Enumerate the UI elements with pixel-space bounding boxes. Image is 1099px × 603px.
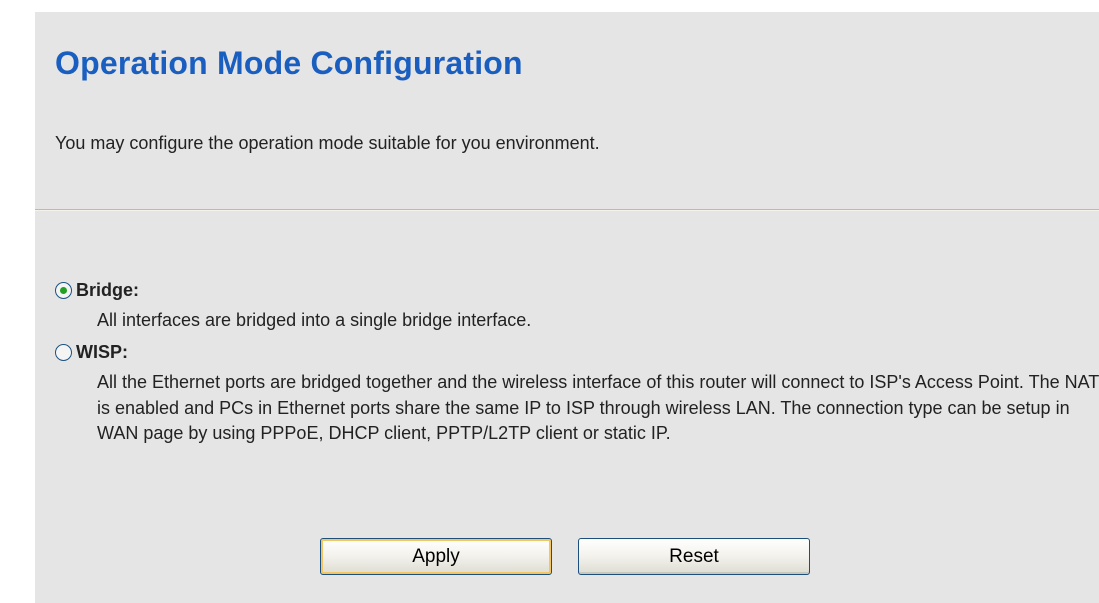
- bridge-radio[interactable]: [55, 281, 72, 299]
- bridge-description: All interfaces are bridged into a single…: [97, 310, 532, 330]
- apply-button[interactable]: Apply: [320, 538, 552, 575]
- content-panel: Operation Mode Configuration You may con…: [35, 12, 1099, 603]
- wisp-description: All the Ethernet ports are bridged toget…: [97, 372, 1099, 443]
- section-divider: [35, 209, 1099, 211]
- page-title: Operation Mode Configuration: [55, 45, 523, 81]
- reset-button[interactable]: Reset: [578, 538, 810, 575]
- mode-option-wisp: WISP: All the Ethernet ports are bridged…: [55, 340, 1099, 447]
- wisp-radio[interactable]: [55, 343, 72, 361]
- page-description: You may configure the operation mode sui…: [55, 133, 600, 153]
- radio-selected-dot: [60, 286, 67, 294]
- wisp-label[interactable]: WISP:: [76, 342, 128, 363]
- mode-option-bridge: Bridge: All interfaces are bridged into …: [55, 278, 1099, 334]
- bridge-label[interactable]: Bridge:: [76, 280, 139, 301]
